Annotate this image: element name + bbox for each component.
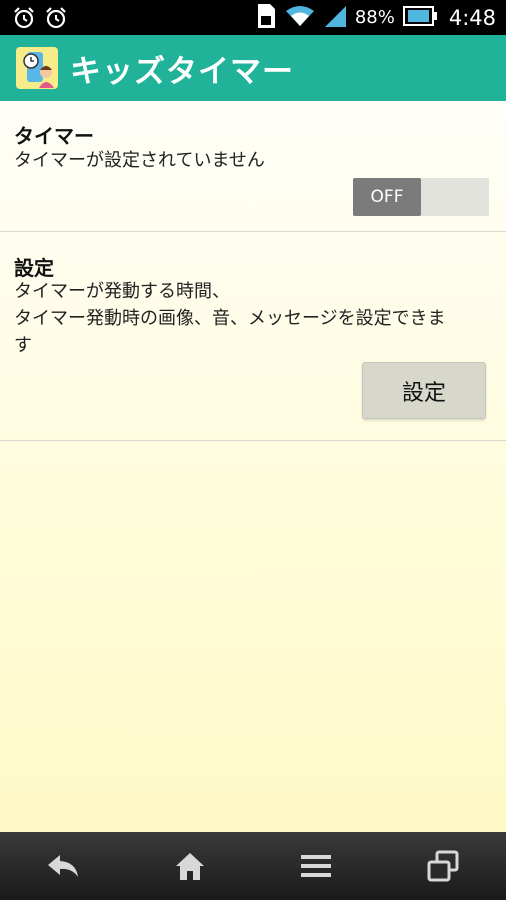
home-icon[interactable] [160,841,220,891]
navigation-bar [0,832,506,900]
settings-description-line: タイマーが発動する時間、 [14,281,230,302]
battery-percent: 88% [354,7,395,28]
timer-title: タイマー [14,124,94,148]
menu-icon[interactable] [286,841,346,891]
settings-section: 設定 タイマーが発動する時間、 タイマー発動時の画像、音、メッセージを設定できま… [0,232,506,441]
action-bar: キッズタイマー [0,35,506,101]
alarm-icon [44,6,68,30]
content-area: タイマー タイマーが設定されていません OFF 設定 タイマーが発動する時間、 … [0,101,506,832]
back-icon[interactable] [33,841,93,891]
app-title: キッズタイマー [70,53,294,90]
settings-description-line: タイマー発動時の画像、音、メッセージを設定できま [14,308,446,329]
alarm-icon [12,6,36,30]
status-bar: 88% 4:48 [0,0,506,35]
signal-icon [323,4,347,32]
timer-description: タイマーが設定されていません [14,150,265,171]
settings-description-line: す [14,335,32,356]
kids-timer-app-icon [16,47,58,89]
battery-icon [402,5,437,31]
timer-section: タイマー タイマーが設定されていません OFF [0,101,506,232]
sim-icon [255,3,277,33]
status-left [12,6,68,30]
settings-button[interactable]: 設定 [362,362,486,419]
settings-description: タイマーが発動する時間、 タイマー発動時の画像、音、メッセージを設定できま す [14,278,494,359]
clock: 4:48 [448,5,496,30]
recent-apps-icon[interactable] [413,841,473,891]
status-right: 88% 4:48 [255,3,496,33]
wifi-icon [285,4,315,32]
toggle-off-label: OFF [353,178,421,216]
timer-toggle[interactable]: OFF [353,178,489,216]
settings-title: 設定 [14,256,54,280]
